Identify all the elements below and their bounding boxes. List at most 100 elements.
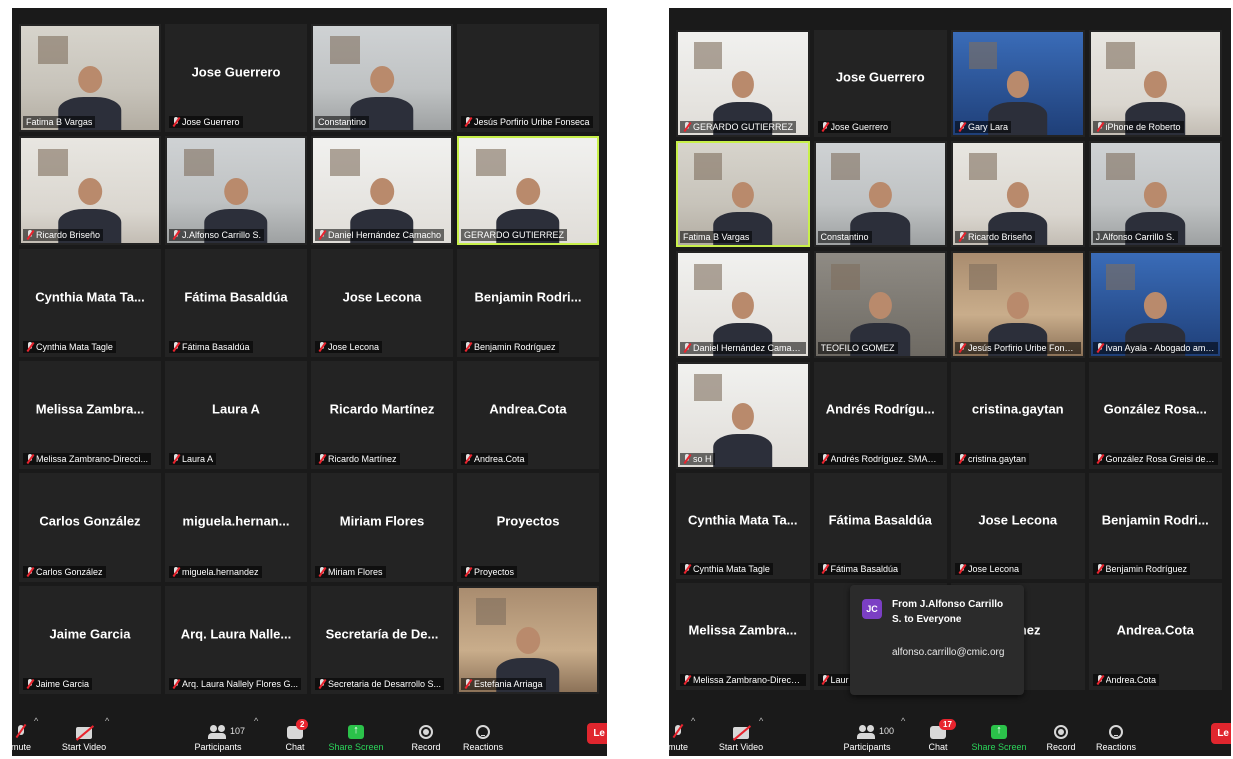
participant-tile[interactable]: J.Alfonso Carrillo S. [1088, 140, 1222, 248]
participant-tile[interactable]: Cynthia Mata Ta... Cynthia Mata Tagle [676, 472, 810, 580]
wall-frame [37, 148, 68, 176]
participant-name-label: Andrea.Cota [1092, 673, 1160, 686]
wall-frame [693, 374, 723, 401]
participant-name: Daniel Hernández Camacho [693, 342, 803, 353]
participant-name-label: Miriam Flores [315, 565, 386, 578]
participant-tile[interactable]: Fatima B Vargas [676, 140, 810, 248]
participant-tile[interactable]: Melissa Zambra... Melissa Zambrano-Direcc… [676, 583, 810, 690]
mute-button[interactable]: mute [12, 725, 38, 752]
participant-tile[interactable]: Secretaría de De... Secretaria de Desarro… [311, 585, 453, 694]
participant-tile[interactable]: Constantino [311, 24, 453, 133]
participant-tile[interactable]: J.Alfonso Carrillo S. [165, 136, 307, 245]
audio-options-caret[interactable]: ^ [691, 716, 695, 726]
participant-tile[interactable]: Jaime Garcia Jaime Garcia [19, 585, 161, 694]
participant-tile[interactable]: Laura A Laura A [165, 361, 307, 470]
participant-video [1090, 253, 1220, 356]
record-button[interactable]: Record [1043, 725, 1079, 752]
participant-name-center: Cynthia Mata Ta... [687, 512, 798, 528]
sender-avatar: JC [862, 599, 882, 619]
participant-tile[interactable]: Miriam Flores Miriam Flores [311, 473, 453, 582]
participants-button[interactable]: 100 Participants [839, 725, 895, 752]
participant-tile[interactable]: Benjamin Rodri... Benjamin Rodríguez [1088, 472, 1222, 580]
share-screen-button[interactable]: Share Screen [328, 724, 384, 752]
participant-tile[interactable]: Constantino [813, 140, 947, 248]
participant-tile[interactable]: Jesús Porfirio Uribe Fonseca [951, 251, 1085, 358]
participants-button[interactable]: 107 Participants [190, 725, 246, 752]
mic-muted-icon [464, 679, 472, 689]
record-button[interactable]: Record [408, 725, 444, 752]
mic-muted-icon [464, 566, 472, 577]
participant-tile[interactable]: Arq. Laura Nalle... Arq. Laura Nallely Fl… [165, 585, 307, 694]
participant-tile[interactable]: TEOFILO GOMEZ [813, 251, 947, 358]
participant-tile[interactable]: cristina.gaytan cristina.gaytan [951, 361, 1085, 469]
participant-tile[interactable]: Ivan Ayala - Abogado amb... [1088, 251, 1222, 358]
participant-tile[interactable]: Jose Guerrero Jose Guerrero [813, 30, 947, 137]
participant-tile[interactable]: Daniel Hernández Camacho [676, 251, 810, 358]
share-screen-button[interactable]: Share Screen [971, 724, 1027, 752]
participant-name-label: Fatima B Vargas [680, 231, 753, 244]
mic-muted-icon [318, 229, 326, 240]
participant-tile[interactable]: so H [676, 361, 810, 469]
mic-muted-icon [172, 229, 180, 240]
chat-sender-line: From J.Alfonso Carrillo S. to Everyone [892, 599, 1004, 625]
audio-options-caret[interactable]: ^ [34, 716, 38, 726]
participant-tile[interactable]: Ricardo Martínez Ricardo Martínez [311, 361, 453, 470]
participant-tile[interactable]: Ricardo Briseño [951, 140, 1085, 248]
participant-tile[interactable]: Melissa Zambra... Melissa Zambrano-Direcc… [19, 361, 161, 470]
participant-tile[interactable]: Gary Lara [951, 30, 1085, 137]
participant-name-label: Arq. Laura Nallely Flores G... [169, 678, 302, 690]
chat-button[interactable]: 2 Chat [278, 719, 312, 752]
leave-button[interactable]: Le [1211, 723, 1231, 744]
participant-tile[interactable]: Proyectos Proyectos [457, 473, 599, 582]
chat-notification-popup[interactable]: JC From J.Alfonso Carrillo S. to Everyon… [850, 585, 1024, 695]
participant-name-label: Carlos González [23, 565, 106, 578]
participant-video [313, 26, 451, 131]
video-options-caret[interactable]: ^ [105, 716, 109, 726]
gallery-grid: Fatima B Vargas Jose Guerrero Jose Guerrer… [19, 24, 599, 694]
mute-button[interactable]: mute [669, 725, 695, 752]
participant-tile[interactable]: Fátima Basaldúa Fátima Basaldúa [165, 248, 307, 357]
start-video-button[interactable]: Start Video [713, 727, 769, 752]
reactions-button[interactable]: Reactions [1093, 725, 1139, 752]
participant-tile[interactable]: Andrea.Cota Andrea.Cota [457, 361, 599, 470]
participant-tile[interactable]: Estefania Arriaga [457, 585, 599, 694]
participant-tile[interactable]: Andrés Rodrígu... Andrés Rodríguez. SMADS… [813, 361, 947, 469]
reactions-button[interactable]: Reactions [460, 725, 506, 752]
participants-caret[interactable]: ^ [254, 716, 258, 726]
participant-tile[interactable]: Daniel Hernández Camacho [311, 136, 453, 245]
mic-muted-icon [26, 566, 34, 577]
mic-muted-icon [821, 564, 829, 574]
participant-name: Arq. Laura Nallely Flores G... [182, 679, 299, 689]
leave-button[interactable]: Le [587, 723, 607, 744]
participant-name-center: Andrea.Cota [489, 401, 567, 417]
participant-name: Laura A [182, 454, 214, 465]
participant-tile[interactable]: González Rosa... González Rosa Greisi de … [1088, 361, 1222, 469]
participant-tile[interactable]: Carlos González Carlos González [19, 473, 161, 582]
participant-name: Cynthia Mata Tagle [693, 564, 770, 575]
participant-name-label: TEOFILO GOMEZ [817, 341, 898, 354]
participant-tile[interactable]: Jesús Porfirio Uribe Fonseca [457, 24, 599, 133]
participant-tile[interactable]: Andrea.Cota Andrea.Cota [1088, 583, 1222, 690]
participant-tile[interactable]: GERARDO GUTIERREZ [676, 30, 810, 137]
participant-name-label: Jaime Garcia [23, 678, 93, 690]
participant-tile[interactable]: GERARDO GUTIERREZ [457, 136, 599, 245]
chat-button[interactable]: 17 Chat [921, 719, 956, 752]
participant-tile[interactable]: Fatima B Vargas [19, 24, 161, 133]
participant-tile[interactable]: Jose Guerrero Jose Guerrero [165, 24, 307, 133]
participant-tile[interactable]: Ricardo Briseño [19, 136, 161, 245]
mic-muted-icon [683, 453, 691, 464]
participant-tile[interactable]: Fátima Basaldúa Fátima Basaldúa [813, 472, 947, 580]
participant-name: Melissa Zambrano-Direcci... [693, 674, 803, 685]
participant-name: J.Alfonso Carrillo S. [1095, 232, 1175, 243]
start-video-button[interactable]: Start Video [56, 727, 112, 752]
participant-tile[interactable]: Jose Lecona Jose Lecona [951, 472, 1085, 580]
participant-tile[interactable]: Jose Lecona Jose Lecona [311, 248, 453, 357]
participant-tile[interactable]: iPhone de Roberto [1088, 30, 1222, 137]
participant-tile[interactable]: miguela.hernan... miguela.hernandez [165, 473, 307, 582]
participant-tile[interactable]: Cynthia Mata Ta... Cynthia Mata Tagle [19, 248, 161, 357]
participant-name: GERARDO GUTIERREZ [464, 229, 565, 240]
video-off-icon [76, 727, 92, 739]
participants-caret[interactable]: ^ [901, 716, 905, 726]
video-options-caret[interactable]: ^ [759, 716, 763, 726]
participant-tile[interactable]: Benjamin Rodri... Benjamin Rodríguez [457, 248, 599, 357]
